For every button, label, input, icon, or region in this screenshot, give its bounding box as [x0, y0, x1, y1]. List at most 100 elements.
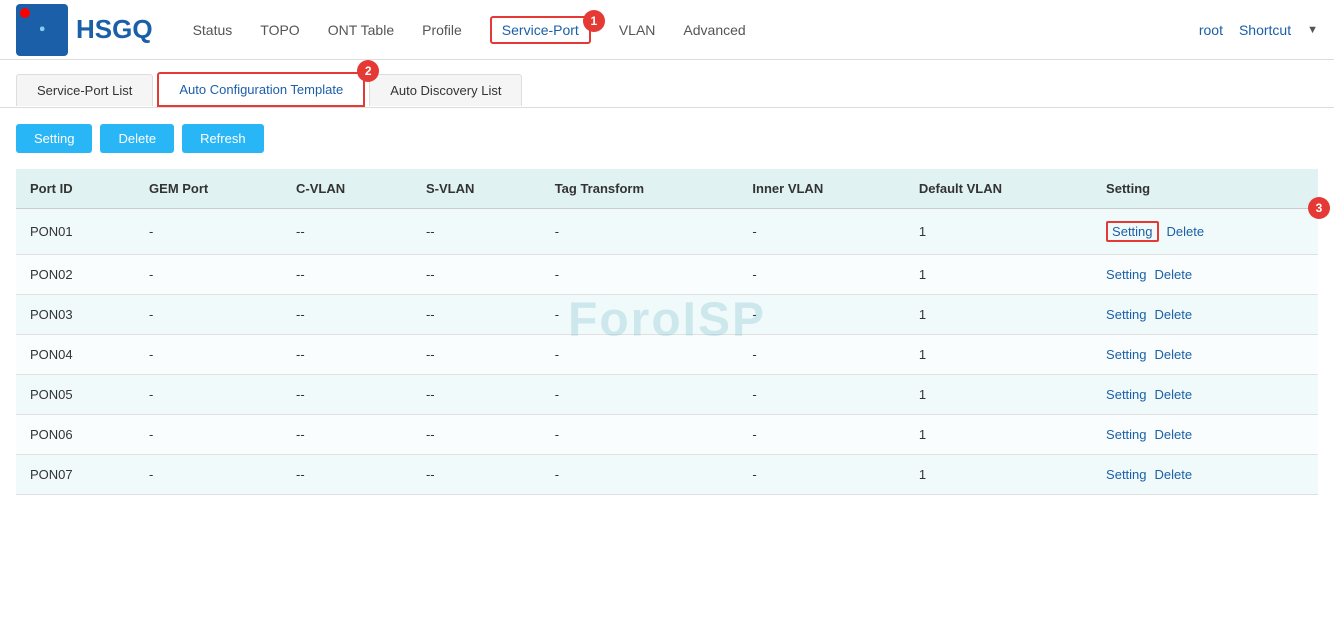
action-setting-link[interactable]: Setting [1106, 427, 1146, 442]
col-setting: Setting [1092, 169, 1318, 209]
nav-item-shortcut[interactable]: Shortcut [1239, 18, 1291, 42]
cell-inner-vlan: - [738, 209, 904, 255]
table-row: PON02-------1SettingDelete [16, 255, 1318, 295]
cell-gem-port: - [135, 295, 282, 335]
header: ㆍ HSGQ Status TOPO ONT Table Profile Ser… [0, 0, 1334, 60]
cell-actions: Setting Delete [1092, 415, 1318, 455]
nav-item-profile[interactable]: Profile [422, 18, 462, 42]
cell-inner-vlan: - [738, 255, 904, 295]
cell-tag-transform: - [541, 375, 739, 415]
cell-actions: Setting Delete [1092, 375, 1318, 415]
table-header-row: Port ID GEM Port C-VLAN S-VLAN Tag Trans… [16, 169, 1318, 209]
cell-c-vlan: -- [282, 209, 412, 255]
action-delete-link[interactable]: Delete [1155, 347, 1193, 362]
action-setting-link[interactable]: Setting [1106, 467, 1146, 482]
cell-port-id: PON03 [16, 295, 135, 335]
action-setting-link[interactable]: Setting [1106, 347, 1146, 362]
cell-gem-port: - [135, 255, 282, 295]
tab-auto-configuration-template[interactable]: Auto Configuration Template [157, 72, 365, 107]
col-s-vlan: S-VLAN [412, 169, 541, 209]
action-setting-link[interactable]: Setting [1106, 387, 1146, 402]
cell-port-id: PON07 [16, 455, 135, 495]
sub-tabs: Service-Port List Auto Configuration Tem… [0, 60, 1334, 108]
cell-port-id: PON06 [16, 415, 135, 455]
cell-inner-vlan: - [738, 455, 904, 495]
cell-tag-transform: - [541, 415, 739, 455]
logo-text: HSGQ [76, 14, 153, 45]
toolbar: Setting Delete Refresh [0, 108, 1334, 169]
action-setting-link[interactable]: Setting [1106, 267, 1146, 282]
action-setting-link[interactable]: Setting [1106, 307, 1146, 322]
nav-item-ont-table[interactable]: ONT Table [328, 18, 394, 42]
cell-port-id: PON05 [16, 375, 135, 415]
delete-button[interactable]: Delete [100, 124, 174, 153]
cell-actions: SettingDelete3 [1092, 209, 1318, 255]
cell-gem-port: - [135, 415, 282, 455]
logo-dot [20, 8, 30, 18]
table-row: PON03-------1SettingDelete [16, 295, 1318, 335]
action-delete-link[interactable]: Delete [1155, 267, 1193, 282]
col-inner-vlan: Inner VLAN [738, 169, 904, 209]
col-c-vlan: C-VLAN [282, 169, 412, 209]
tab-service-port-list[interactable]: Service-Port List [16, 74, 153, 106]
cell-actions: Setting Delete [1092, 455, 1318, 495]
cell-inner-vlan: - [738, 415, 904, 455]
nav-item-vlan[interactable]: VLAN [619, 18, 656, 42]
cell-tag-transform: - [541, 335, 739, 375]
badge-3: 3 [1308, 197, 1330, 219]
nav-item-advanced[interactable]: Advanced [683, 18, 745, 42]
action-setting-link[interactable]: Setting [1106, 221, 1158, 242]
action-delete-link[interactable]: Delete [1167, 224, 1205, 239]
col-gem-port: GEM Port [135, 169, 282, 209]
nav-item-service-port[interactable]: Service-Port [490, 16, 591, 44]
table-row: PON05-------1SettingDelete [16, 375, 1318, 415]
cell-c-vlan: -- [282, 455, 412, 495]
cell-actions: Setting Delete [1092, 255, 1318, 295]
nav-item-topo[interactable]: TOPO [260, 18, 299, 42]
cell-gem-port: - [135, 455, 282, 495]
action-delete-link[interactable]: Delete [1155, 307, 1193, 322]
cell-inner-vlan: - [738, 375, 904, 415]
cell-default-vlan: 1 [905, 209, 1092, 255]
cell-s-vlan: -- [412, 255, 541, 295]
cell-s-vlan: -- [412, 375, 541, 415]
action-delete-link[interactable]: Delete [1155, 387, 1193, 402]
cell-tag-transform: - [541, 455, 739, 495]
refresh-button[interactable]: Refresh [182, 124, 264, 153]
logo-icon: ㆍ [16, 4, 68, 56]
setting-button[interactable]: Setting [16, 124, 92, 153]
cell-c-vlan: -- [282, 295, 412, 335]
table-row: PON04-------1SettingDelete [16, 335, 1318, 375]
cell-default-vlan: 1 [905, 415, 1092, 455]
table-row: PON01-------1SettingDelete3 [16, 209, 1318, 255]
nav-item-root[interactable]: root [1199, 18, 1223, 42]
cell-default-vlan: 1 [905, 295, 1092, 335]
nav-item-status[interactable]: Status [193, 18, 233, 42]
cell-tag-transform: - [541, 209, 739, 255]
cell-s-vlan: -- [412, 415, 541, 455]
cell-port-id: PON04 [16, 335, 135, 375]
port-table: Port ID GEM Port C-VLAN S-VLAN Tag Trans… [16, 169, 1318, 495]
table-row: PON07-------1SettingDelete [16, 455, 1318, 495]
cell-c-vlan: -- [282, 415, 412, 455]
logo-area: ㆍ HSGQ [16, 4, 153, 56]
col-tag-transform: Tag Transform [541, 169, 739, 209]
cell-s-vlan: -- [412, 295, 541, 335]
tab-auto-discovery-list[interactable]: Auto Discovery List [369, 74, 522, 106]
cell-tag-transform: - [541, 295, 739, 335]
cell-c-vlan: -- [282, 335, 412, 375]
shortcut-dropdown-arrow[interactable]: ▼ [1307, 24, 1318, 36]
cell-inner-vlan: - [738, 335, 904, 375]
cell-s-vlan: -- [412, 335, 541, 375]
table-container: Port ID GEM Port C-VLAN S-VLAN Tag Trans… [0, 169, 1334, 511]
cell-default-vlan: 1 [905, 455, 1092, 495]
action-delete-link[interactable]: Delete [1155, 427, 1193, 442]
cell-actions: Setting Delete [1092, 295, 1318, 335]
cell-tag-transform: - [541, 255, 739, 295]
cell-inner-vlan: - [738, 295, 904, 335]
cell-default-vlan: 1 [905, 255, 1092, 295]
cell-port-id: PON01 [16, 209, 135, 255]
action-delete-link[interactable]: Delete [1155, 467, 1193, 482]
col-port-id: Port ID [16, 169, 135, 209]
cell-c-vlan: -- [282, 375, 412, 415]
